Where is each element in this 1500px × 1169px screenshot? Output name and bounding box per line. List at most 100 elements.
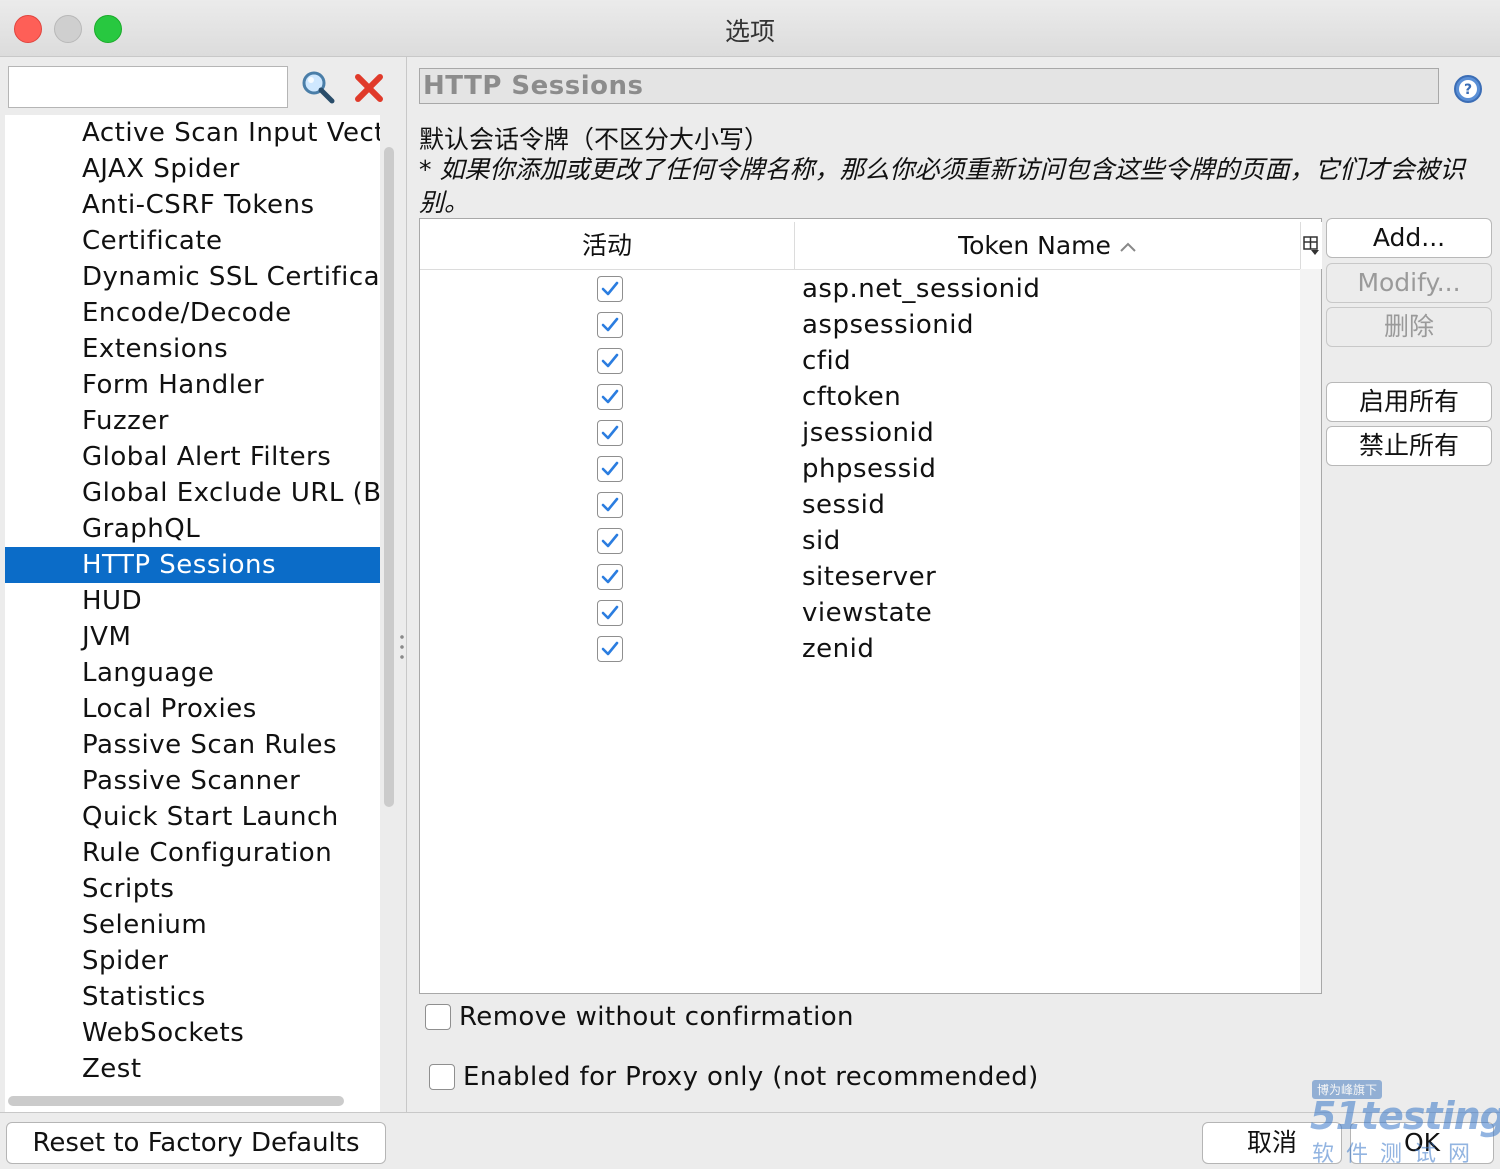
search-icon[interactable] — [300, 69, 336, 105]
check-icon — [601, 389, 619, 404]
column-header-active[interactable]: 活动 — [420, 222, 795, 270]
tree-item[interactable]: Passive Scan Rules — [5, 727, 380, 763]
tree-item[interactable]: Global Exclude URL (Beta) — [5, 475, 380, 511]
active-checkbox[interactable] — [597, 492, 623, 518]
table-row[interactable]: jsessionid — [420, 415, 1300, 451]
tree-item[interactable]: Fuzzer — [5, 403, 380, 439]
bottom-bar: Reset to Factory Defaults 取消 OK — [0, 1112, 1500, 1169]
disable-all-button[interactable]: 禁止所有 — [1326, 426, 1492, 466]
tree-item[interactable]: Selenium — [5, 907, 380, 943]
active-checkbox[interactable] — [597, 564, 623, 590]
default-tokens-heading: 默认会话令牌（不区分大小写） — [419, 125, 770, 154]
token-name: zenid — [802, 634, 875, 664]
remove-without-confirmation-label: Remove without confirmation — [459, 1002, 854, 1032]
tree-item[interactable]: Global Alert Filters — [5, 439, 380, 475]
panel-title: HTTP Sessions — [419, 68, 1439, 104]
token-name: sid — [802, 526, 841, 556]
tree-item[interactable]: Passive Scanner — [5, 763, 380, 799]
check-icon — [601, 641, 619, 656]
token-name: asp.net_sessionid — [802, 274, 1041, 304]
tree-item[interactable]: Anti-CSRF Tokens — [5, 187, 380, 223]
ok-button[interactable]: OK — [1350, 1122, 1494, 1164]
token-name: phpsessid — [802, 454, 937, 484]
active-checkbox[interactable] — [597, 456, 623, 482]
active-checkbox[interactable] — [597, 636, 623, 662]
table-scroll-track[interactable] — [1300, 269, 1321, 993]
table-row[interactable]: asp.net_sessionid — [420, 271, 1300, 307]
tree-item[interactable]: Active Scan Input Vectors — [5, 115, 380, 151]
column-header-token-name[interactable]: Token Name — [795, 222, 1300, 270]
active-checkbox[interactable] — [597, 600, 623, 626]
tree-item[interactable]: Extensions — [5, 331, 380, 367]
tree-item[interactable]: GraphQL — [5, 511, 380, 547]
active-checkbox[interactable] — [597, 384, 623, 410]
tree-vertical-scrollbar[interactable] — [384, 147, 394, 807]
active-checkbox[interactable] — [597, 348, 623, 374]
left-panel: Active Scan Input VectorsAJAX SpiderAnti… — [0, 57, 407, 1148]
table-row[interactable]: aspsessionid — [420, 307, 1300, 343]
active-checkbox[interactable] — [597, 276, 623, 302]
token-name: cftoken — [802, 382, 902, 412]
tree-item[interactable]: Rule Configuration — [5, 835, 380, 871]
table-row[interactable]: phpsessid — [420, 451, 1300, 487]
delete-button[interactable]: 删除 — [1326, 307, 1492, 347]
options-tree[interactable]: Active Scan Input VectorsAJAX SpiderAnti… — [5, 115, 380, 1148]
column-header-active-label: 活动 — [581, 231, 632, 260]
check-icon — [601, 533, 619, 548]
active-checkbox[interactable] — [597, 312, 623, 338]
check-icon — [601, 317, 619, 332]
tree-item[interactable]: Spider — [5, 943, 380, 979]
check-icon — [601, 461, 619, 476]
column-control-button[interactable] — [1300, 222, 1322, 269]
tree-item[interactable]: Form Handler — [5, 367, 380, 403]
enable-all-button[interactable]: 启用所有 — [1326, 382, 1492, 422]
table-row[interactable]: cftoken — [420, 379, 1300, 415]
table-row[interactable]: zenid — [420, 631, 1300, 667]
table-row[interactable]: sessid — [420, 487, 1300, 523]
proxy-only-checkbox[interactable] — [429, 1064, 455, 1090]
sort-ascending-icon — [1120, 242, 1136, 252]
tree-item[interactable]: Scripts — [5, 871, 380, 907]
active-checkbox[interactable] — [597, 420, 623, 446]
tokens-table: 活动 Token Name asp.net_sessionid aspsessio… — [419, 218, 1322, 994]
tree-item[interactable]: Language — [5, 655, 380, 691]
token-name: siteserver — [802, 562, 937, 592]
table-row[interactable]: sid — [420, 523, 1300, 559]
search-input[interactable] — [8, 66, 288, 108]
add-button[interactable]: Add... — [1326, 218, 1492, 258]
tree-item[interactable]: Dynamic SSL Certificates — [5, 259, 380, 295]
tree-item[interactable]: Quick Start Launch — [5, 799, 380, 835]
tree-item[interactable]: Certificate — [5, 223, 380, 259]
token-name: viewstate — [802, 598, 933, 628]
tree-horizontal-scrollbar[interactable] — [8, 1096, 344, 1106]
tree-item[interactable]: Local Proxies — [5, 691, 380, 727]
tree-item[interactable]: HTTP Sessions — [5, 547, 380, 583]
tree-item[interactable]: JVM — [5, 619, 380, 655]
tree-item[interactable]: Zest — [5, 1051, 380, 1087]
check-icon — [601, 353, 619, 368]
tree-item[interactable]: WebSockets — [5, 1015, 380, 1051]
column-control-icon — [1303, 236, 1319, 255]
tree-item[interactable]: Statistics — [5, 979, 380, 1015]
watermark-badge: 博为峰旗下 — [1312, 1080, 1383, 1099]
svg-text:?: ? — [1464, 82, 1472, 98]
table-row[interactable]: siteserver — [420, 559, 1300, 595]
cancel-button[interactable]: 取消 — [1202, 1122, 1342, 1164]
modify-button[interactable]: Modify... — [1326, 263, 1492, 303]
token-name: sessid — [802, 490, 886, 520]
tokens-note: * 如果你添加或更改了任何令牌名称，那么你必须重新访问包含这些令牌的页面，它们才… — [419, 155, 1465, 217]
title-bar: 选项 — [0, 0, 1500, 57]
active-checkbox[interactable] — [597, 528, 623, 554]
tree-item[interactable]: Encode/Decode — [5, 295, 380, 331]
tree-item[interactable]: HUD — [5, 583, 380, 619]
clear-search-icon[interactable] — [352, 71, 386, 105]
table-row[interactable]: viewstate — [420, 595, 1300, 631]
token-name: cfid — [802, 346, 852, 376]
table-row[interactable]: cfid — [420, 343, 1300, 379]
remove-without-confirmation-checkbox[interactable] — [425, 1004, 451, 1030]
reset-to-factory-defaults-button[interactable]: Reset to Factory Defaults — [6, 1122, 386, 1164]
tree-item[interactable]: AJAX Spider — [5, 151, 380, 187]
token-name: jsessionid — [802, 418, 935, 448]
split-pane-grip[interactable] — [399, 632, 405, 662]
help-icon[interactable]: ? — [1453, 74, 1483, 104]
